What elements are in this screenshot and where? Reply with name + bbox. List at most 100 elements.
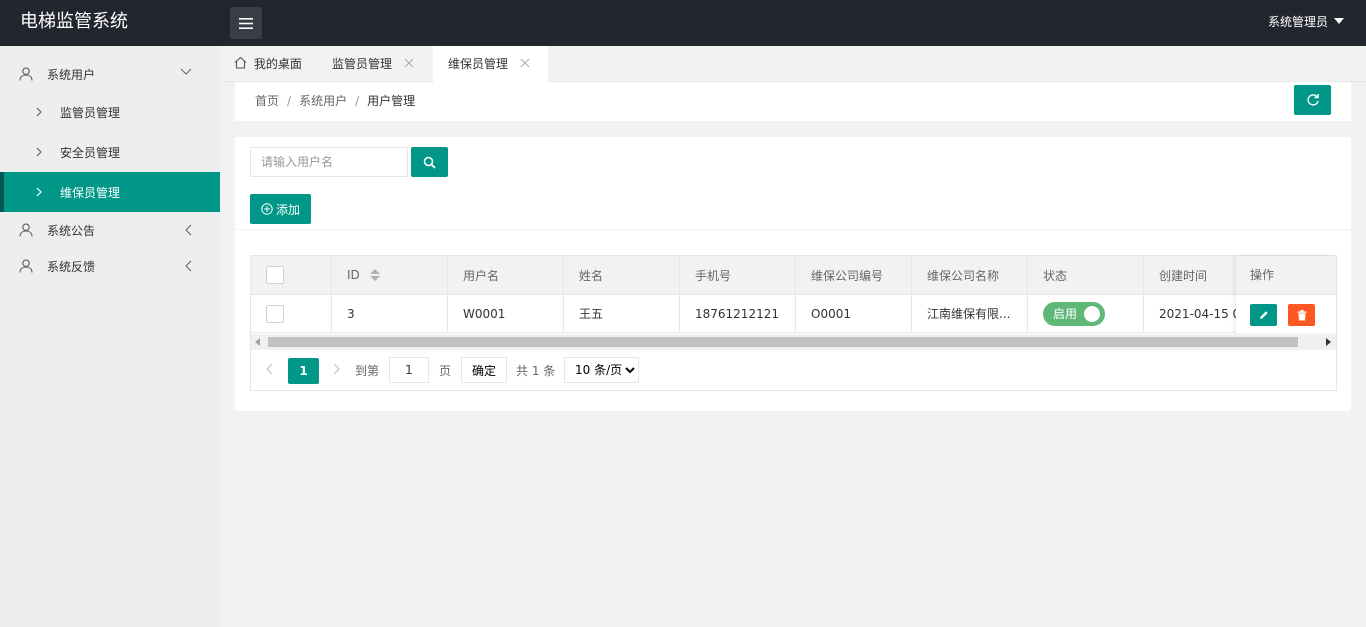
status-toggle-label: 启用	[1053, 306, 1078, 321]
data-table: ID 用户名 姓名 手机号 维保公司编号 维保公司名称 状态 创建时间 3 W0…	[250, 255, 1337, 391]
tab-label: 维保员管理	[448, 57, 509, 71]
tab-desktop[interactable]: 我的桌面	[234, 46, 324, 82]
edit-button[interactable]	[1250, 304, 1277, 326]
pagination: 1 到第 页 确定 共 1 条 10 条/页	[251, 350, 1336, 390]
sidebar-group-label: 系统公告	[47, 223, 96, 238]
menu-icon	[239, 17, 253, 29]
header-status: 状态	[1028, 256, 1144, 294]
tab-supervisor[interactable]: 监管员管理	[332, 46, 424, 82]
refresh-button[interactable]	[1294, 85, 1331, 115]
user-icon	[19, 259, 33, 273]
breadcrumb-separator: /	[355, 94, 360, 108]
cell-created: 2021-04-15 0...	[1144, 295, 1236, 332]
chevron-right-icon	[36, 107, 42, 117]
sidebar-item-supervisor[interactable]: 监管员管理	[0, 92, 220, 132]
header-created: 创建时间	[1144, 256, 1236, 294]
chevron-left-icon	[185, 260, 192, 272]
search-input[interactable]	[250, 147, 408, 177]
cell-company-code: O0001	[796, 295, 912, 332]
select-all-checkbox[interactable]	[266, 266, 284, 284]
sidebar-item-label: 维保员管理	[60, 185, 121, 200]
tab-bar: 我的桌面 监管员管理 维保员管理	[220, 46, 1366, 82]
row-checkbox[interactable]	[266, 304, 284, 323]
header-label: 用户名	[463, 268, 500, 283]
cell-username: W0001	[448, 295, 564, 332]
delete-button[interactable]	[1288, 304, 1315, 326]
header-id[interactable]: ID	[332, 256, 448, 294]
cell-text: O0001	[811, 306, 851, 321]
cell-text: 江南维保有限...	[927, 307, 1011, 321]
header-actions: 操作	[1236, 256, 1336, 295]
chevron-right-icon	[36, 187, 42, 197]
table-row: 3 W0001 王五 18761212121 O0001 江南维保有限... 启…	[251, 295, 1336, 333]
cell-phone: 18761212121	[680, 295, 796, 332]
tab-label: 我的桌面	[253, 57, 302, 71]
breadcrumb-users[interactable]: 系统用户	[299, 94, 347, 108]
sort-icon[interactable]	[369, 269, 380, 281]
tab-maintenance[interactable]: 维保员管理	[433, 46, 548, 82]
user-icon	[19, 67, 33, 81]
scroll-right-icon[interactable]	[1326, 338, 1331, 346]
sidebar-group-label: 系统用户	[47, 67, 96, 82]
header-label: 创建时间	[1159, 268, 1208, 283]
header-phone: 手机号	[680, 256, 796, 294]
close-icon[interactable]	[404, 58, 414, 68]
search-icon	[423, 156, 436, 169]
status-toggle[interactable]: 启用	[1043, 301, 1105, 326]
scroll-left-icon[interactable]	[255, 338, 260, 346]
content-panel: 添加 ID 用户名 姓名 手机号 维保公司编号 维保公司名称 状态 创建时间	[235, 137, 1351, 411]
header-label: 维保公司名称	[927, 268, 1000, 283]
cell-company-name: 江南维保有限...	[912, 295, 1028, 332]
sidebar-item-label: 监管员管理	[60, 105, 121, 120]
cell-text: 2021-04-15 0...	[1159, 306, 1236, 321]
sidebar-group-feedback[interactable]: 系统反馈	[0, 248, 220, 284]
fixed-actions-column: 操作	[1236, 256, 1336, 333]
header-label: 状态	[1043, 268, 1068, 283]
header-company-code: 维保公司编号	[796, 256, 912, 294]
chevron-right-icon	[36, 147, 42, 157]
header-name: 姓名	[564, 256, 680, 294]
breadcrumb-separator: /	[287, 94, 292, 108]
home-icon	[234, 56, 247, 69]
tab-label: 监管员管理	[332, 57, 393, 71]
goto-label: 到第	[355, 364, 380, 378]
header-company-name: 维保公司名称	[912, 256, 1028, 294]
prev-page-icon[interactable]	[265, 363, 273, 375]
sidebar-item-safety[interactable]: 安全员管理	[0, 132, 220, 172]
search-button[interactable]	[411, 147, 448, 177]
pencil-icon	[1259, 311, 1268, 319]
breadcrumb-home[interactable]: 首页	[255, 94, 279, 108]
horizontal-scrollbar[interactable]	[251, 334, 1336, 350]
user-menu[interactable]: 系统管理员	[1268, 0, 1344, 44]
sidebar-item-maintenance[interactable]: 维保员管理	[0, 172, 220, 212]
goto-page-input[interactable]	[389, 357, 429, 383]
menu-toggle-button[interactable]	[230, 7, 262, 39]
page-unit-label: 页	[439, 364, 452, 378]
header-username: 用户名	[448, 256, 564, 294]
sidebar-group-users[interactable]: 系统用户	[0, 56, 220, 92]
cell-name: 王五	[564, 295, 680, 332]
caret-down-icon	[1334, 18, 1344, 24]
page-current[interactable]: 1	[288, 358, 319, 384]
trash-icon	[1297, 309, 1306, 320]
header-label: 姓名	[579, 268, 604, 283]
sidebar-group-notices[interactable]: 系统公告	[0, 212, 220, 248]
cell-text: 18761212121	[695, 306, 779, 321]
cell-text: W0001	[463, 306, 506, 321]
next-page-icon[interactable]	[333, 363, 341, 375]
row-checkbox-cell	[251, 295, 332, 332]
goto-confirm-button[interactable]: 确定	[461, 357, 507, 383]
add-circle-icon	[261, 203, 273, 215]
sidebar: 系统用户 监管员管理 安全员管理 维保员管理 系统公告 系统反馈	[0, 46, 220, 627]
chevron-left-icon	[185, 224, 192, 236]
breadcrumb: 首页 / 系统用户 / 用户管理	[255, 82, 415, 120]
top-header: 电梯监管系统 系统管理员	[0, 0, 1366, 46]
scrollbar-thumb[interactable]	[268, 337, 1298, 347]
cell-id: 3	[332, 295, 448, 332]
close-icon[interactable]	[520, 58, 530, 68]
refresh-icon	[1306, 94, 1319, 106]
add-button[interactable]: 添加	[250, 194, 311, 224]
breadcrumb-bar: 首页 / 系统用户 / 用户管理	[235, 82, 1351, 122]
page-size-select[interactable]: 10 条/页	[564, 357, 639, 383]
user-name: 系统管理员	[1267, 15, 1328, 29]
